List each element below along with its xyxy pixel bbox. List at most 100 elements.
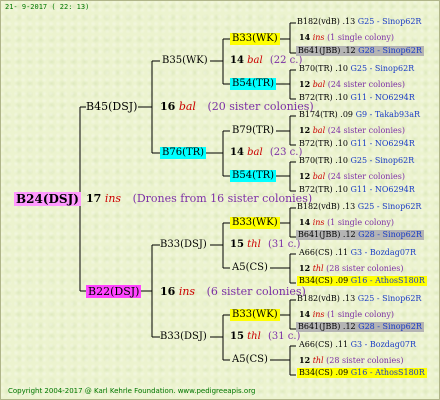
g4-link: G11 - NO6294R [350, 185, 415, 194]
timestamp: 21- 9-2017 ( 22: 13) [5, 3, 90, 11]
g2-b35[interactable]: B35(WK) [162, 56, 208, 66]
b45-num: 16 [160, 100, 176, 113]
g2-b35-drone-info: 14 bal (22 c.) [230, 56, 302, 66]
g4-link: G11 - NO6294R [350, 93, 415, 102]
g4-row[interactable]: A66(CS) .11 G3 - Bozdag07R [299, 249, 416, 257]
g4-pre: A66(CS) .11 [299, 340, 349, 349]
g4-pre: B182(vdB) .13 [297, 294, 356, 303]
g4-row[interactable]: B72(TR) .10 G11 - NO6294R [299, 94, 415, 102]
g4-note: (1 single colony) [327, 218, 395, 227]
g4-link: G25 - Sinop62R [357, 202, 422, 211]
g4-species: bal [312, 80, 326, 89]
g4-note: (1 single colony) [327, 310, 395, 319]
g4-pre: B182(vdB) .13 [297, 202, 356, 211]
g4-species: ins [312, 33, 325, 42]
root-species: ins [104, 192, 122, 205]
g4-pre: B70(TR) .10 [299, 156, 348, 165]
g4-num: 14 [299, 309, 311, 319]
g2-b33-upper[interactable]: B33(DSJ) [160, 240, 207, 250]
g4-pre: B641(JBB) .12 [298, 46, 356, 55]
g3-b1[interactable]: B79(TR) [232, 126, 274, 136]
g4-pre: B72(TR) .10 [299, 185, 348, 194]
g2d-species: thl [247, 331, 261, 342]
g4-row[interactable]: B641(JBB) .12 G28 - Sinop62R [296, 46, 424, 56]
g4-note: (24 sister colonies) [327, 172, 405, 181]
g3-d2[interactable]: A5(CS) [232, 355, 268, 365]
root-queen[interactable]: B24(DSJ) [14, 192, 81, 206]
g4-pre: B72(TR) .10 [299, 93, 348, 102]
g2-b33-lower-drone-info: 15 thl (31 c.) [230, 332, 300, 342]
g3-c1[interactable]: B33(WK) [230, 217, 280, 229]
g4-num: 14 [299, 32, 311, 42]
g2c-species: thl [247, 239, 261, 250]
root-drone-info: 17 ins (Drones from 16 sister colonies) [86, 193, 312, 204]
g2-b33-lower[interactable]: B33(DSJ) [160, 332, 207, 342]
g4-row[interactable]: B70(TR) .10 G25 - Sinop62R [299, 65, 414, 73]
g4-row[interactable]: A66(CS) .11 G3 - Bozdag07R [299, 341, 416, 349]
g2b-species: bal [247, 147, 263, 158]
g2d-note: (31 c.) [267, 331, 301, 342]
g4-link: G25 - Sinop62R [357, 17, 422, 26]
g2b-num: 14 [230, 147, 244, 158]
root-num: 17 [86, 192, 102, 205]
g4-num: 12 [299, 263, 311, 273]
g4-pre: B182(vdB) .13 [297, 17, 356, 26]
g4-row[interactable]: B70(TR) .10 G25 - Sinop62R [299, 157, 414, 165]
g3-d1[interactable]: B33(WK) [230, 309, 280, 321]
b22-species: ins [178, 285, 196, 298]
g2-b76[interactable]: B76(TR) [160, 147, 207, 159]
g4-row[interactable]: B641(JBB) .12 G28 - Sinop62R [296, 322, 424, 332]
sire-b45[interactable]: B45(DSJ) [86, 101, 137, 112]
g4-num: 12 [299, 79, 311, 89]
g4-note: (28 sister colonies) [326, 356, 404, 365]
g2-b76-drone-info: 14 bal (23 c.) [230, 148, 302, 158]
g4-row[interactable]: B72(TR) .10 G11 - NO6294R [299, 140, 415, 148]
g2a-note: (22 c.) [269, 55, 303, 66]
g4-pre: B72(TR) .10 [299, 139, 348, 148]
g4-row[interactable]: B174(TR) .09 G9 - Takab93aR [299, 111, 420, 119]
g4-row[interactable]: B182(vdB) .13 G25 - Sinop62R [297, 295, 421, 303]
g4-note: (1 single colony) [327, 33, 395, 42]
g4-pre: B641(JBB) .12 [298, 230, 356, 239]
g2b-note: (23 c.) [269, 147, 303, 158]
g3-a2[interactable]: B54(TR) [230, 78, 277, 90]
g4-species: thl [312, 356, 324, 365]
g4-link: G25 - Sinop62R [350, 64, 415, 73]
g4-pre: B34(CS) .09 [299, 276, 349, 285]
g2a-species: bal [247, 55, 263, 66]
g4-link: G16 - AthosS180R [350, 276, 425, 285]
g4-drone-row: 12 bal (24 sister colonies) [299, 172, 405, 181]
g4-pre: B174(TR) .09 [299, 110, 354, 119]
g4-link: G9 - Takab93aR [355, 110, 421, 119]
g4-link: G28 - Sinop62R [358, 230, 422, 239]
g4-link: G28 - Sinop62R [358, 46, 422, 55]
g3-c2[interactable]: A5(CS) [232, 263, 268, 273]
g4-link: G3 - Bozdag07R [350, 340, 417, 349]
g3-a1[interactable]: B33(WK) [230, 33, 280, 45]
g4-link: G25 - Sinop62R [357, 294, 422, 303]
b22-note: (6 sister colonies) [206, 285, 306, 298]
g4-species: bal [312, 126, 326, 135]
g4-row[interactable]: B34(CS) .09 G16 - AthosS180R [297, 276, 427, 286]
g4-pre: B641(JBB) .12 [298, 322, 356, 331]
g2c-note: (31 c.) [267, 239, 301, 250]
g4-note: (28 sister colonies) [326, 264, 404, 273]
g4-row[interactable]: B34(CS) .09 G16 - AthosS180R [297, 368, 427, 378]
g4-row[interactable]: B182(vdB) .13 G25 - Sinop62R [297, 203, 421, 211]
g4-species: ins [312, 218, 325, 227]
g4-num: 14 [299, 217, 311, 227]
g4-drone-row: 12 thl (28 sister colonies) [299, 356, 403, 365]
dam-b22[interactable]: B22(DSJ) [86, 285, 142, 298]
g2c-num: 15 [230, 239, 244, 250]
g4-num: 12 [299, 171, 311, 181]
g4-drone-row: 14 ins (1 single colony) [299, 33, 394, 42]
g4-species: bal [312, 172, 326, 181]
g4-link: G11 - NO6294R [350, 139, 415, 148]
g2d-num: 15 [230, 331, 244, 342]
g4-pre: B70(TR) .10 [299, 64, 348, 73]
copyright-footer: Copyright 2004-2017 @ Karl Kehrle Founda… [8, 387, 256, 395]
g4-row[interactable]: B182(vdB) .13 G25 - Sinop62R [297, 18, 421, 26]
g3-b2[interactable]: B54(TR) [230, 170, 277, 182]
g4-row[interactable]: B72(TR) .10 G11 - NO6294R [299, 186, 415, 194]
g4-row[interactable]: B641(JBB) .12 G28 - Sinop62R [296, 230, 424, 240]
